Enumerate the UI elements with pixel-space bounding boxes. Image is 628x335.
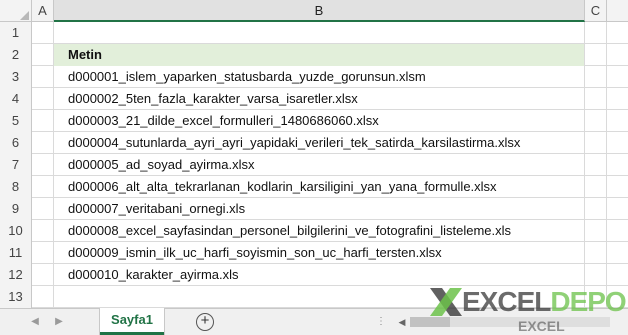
cell[interactable] — [585, 264, 607, 286]
column-header-c[interactable]: C — [585, 0, 607, 22]
row-header[interactable]: 13 — [0, 286, 32, 308]
cell[interactable] — [32, 286, 54, 308]
column-header-rest — [607, 0, 628, 22]
cell[interactable]: d000007_veritabani_ornegi.xls — [54, 198, 585, 220]
row-header[interactable]: 10 — [0, 220, 32, 242]
cell[interactable]: d000002_5ten_fazla_karakter_varsa_isaret… — [54, 88, 585, 110]
column-header-b[interactable]: B — [54, 0, 585, 22]
row-header[interactable]: 1 — [0, 22, 32, 44]
cell[interactable]: d000005_ad_soyad_ayirma.xlsx — [54, 154, 585, 176]
cell[interactable] — [32, 66, 54, 88]
cell[interactable] — [585, 66, 607, 88]
table-row: 13 — [0, 286, 628, 308]
select-all-corner[interactable] — [0, 0, 32, 22]
table-row: 3 d000001_islem_yaparken_statusbarda_yuz… — [0, 66, 628, 88]
cell[interactable] — [585, 242, 607, 264]
cell[interactable] — [32, 110, 54, 132]
select-all-icon — [20, 11, 29, 20]
cell[interactable] — [585, 198, 607, 220]
cell[interactable] — [585, 44, 607, 66]
plus-circle-icon[interactable]: + — [196, 313, 214, 331]
scroll-track[interactable] — [410, 317, 610, 327]
cell[interactable] — [32, 88, 54, 110]
cell[interactable] — [32, 264, 54, 286]
row-header[interactable]: 12 — [0, 264, 32, 286]
cell[interactable] — [32, 220, 54, 242]
sheet-tab-bar: ◀ ▶ Sayfa1 + ⋮ ◀ — [0, 308, 628, 335]
cell[interactable]: d000001_islem_yaparken_statusbarda_yuzde… — [54, 66, 585, 88]
cell[interactable] — [585, 132, 607, 154]
cell[interactable] — [32, 44, 54, 66]
cell[interactable] — [585, 176, 607, 198]
row-header[interactable]: 4 — [0, 88, 32, 110]
row-header[interactable]: 7 — [0, 154, 32, 176]
cell[interactable] — [32, 154, 54, 176]
cell[interactable]: d000010_karakter_ayirma.xls — [54, 264, 585, 286]
cell[interactable] — [32, 22, 54, 44]
cell[interactable] — [32, 242, 54, 264]
cell[interactable] — [54, 286, 585, 308]
table-row: 4 d000002_5ten_fazla_karakter_varsa_isar… — [0, 88, 628, 110]
column-header-bar: A B C — [0, 0, 628, 22]
cell[interactable]: d000004_sutunlarda_ayri_ayri_yapidaki_ve… — [54, 132, 585, 154]
table-row: 8 d000006_alt_alta_tekrarlanan_kodlarin_… — [0, 176, 628, 198]
table-row: 7 d000005_ad_soyad_ayirma.xlsx — [0, 154, 628, 176]
cell[interactable] — [585, 110, 607, 132]
cell[interactable] — [585, 220, 607, 242]
scroll-thumb[interactable] — [410, 317, 450, 327]
table-row: 12 d000010_karakter_ayirma.xls — [0, 264, 628, 286]
row-header[interactable]: 3 — [0, 66, 32, 88]
row-header[interactable]: 9 — [0, 198, 32, 220]
cell[interactable] — [585, 154, 607, 176]
table-row: 2 Metin — [0, 44, 628, 66]
cell[interactable] — [585, 88, 607, 110]
cell[interactable] — [32, 198, 54, 220]
cell[interactable]: d000009_ismin_ilk_uc_harfi_soyismin_son_… — [54, 242, 585, 264]
table-row: 6 d000004_sutunlarda_ayri_ayri_yapidaki_… — [0, 132, 628, 154]
table-row: 10 d000008_excel_sayfasindan_personel_bi… — [0, 220, 628, 242]
cell[interactable] — [32, 176, 54, 198]
cell[interactable] — [54, 22, 585, 44]
triangle-right-icon[interactable]: ▶ — [52, 314, 66, 330]
column-header-a[interactable]: A — [32, 0, 54, 22]
cell[interactable] — [585, 22, 607, 44]
sheet-tab-sayfa1[interactable]: Sayfa1 — [100, 308, 164, 335]
table-row: 1 — [0, 22, 628, 44]
row-header[interactable]: 6 — [0, 132, 32, 154]
horizontal-scrollbar[interactable]: ⋮ ◀ — [376, 314, 628, 330]
split-handle-icon[interactable]: ⋮ — [376, 314, 386, 330]
cell[interactable] — [585, 286, 607, 308]
row-header[interactable]: 11 — [0, 242, 32, 264]
cell[interactable]: d000003_21_dilde_excel_formulleri_148068… — [54, 110, 585, 132]
table-row: 5 d000003_21_dilde_excel_formulleri_1480… — [0, 110, 628, 132]
row-header[interactable]: 5 — [0, 110, 32, 132]
row-header[interactable]: 2 — [0, 44, 32, 66]
header-cell[interactable]: Metin — [54, 44, 585, 66]
spreadsheet-grid: 1 2 Metin 3 d000001_islem_yaparken_statu… — [0, 22, 628, 308]
cell[interactable] — [32, 132, 54, 154]
table-row: 11 d000009_ismin_ilk_uc_harfi_soyismin_s… — [0, 242, 628, 264]
scroll-left-icon[interactable]: ◀ — [396, 316, 408, 328]
row-header[interactable]: 8 — [0, 176, 32, 198]
table-row: 9 d000007_veritabani_ornegi.xls — [0, 198, 628, 220]
cell[interactable]: d000008_excel_sayfasindan_personel_bilgi… — [54, 220, 585, 242]
cell[interactable]: d000006_alt_alta_tekrarlanan_kodlarin_ka… — [54, 176, 585, 198]
triangle-left-icon[interactable]: ◀ — [28, 314, 42, 330]
